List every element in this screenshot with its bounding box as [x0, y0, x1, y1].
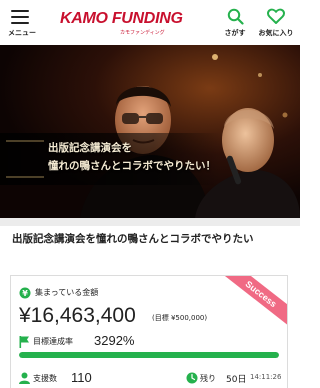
hero-title-line2: 憧れの鴨さんとコラボでやりたい！ — [48, 160, 216, 172]
menu-button[interactable]: メニュー — [4, 8, 40, 40]
clock-icon — [186, 372, 198, 384]
achievement-rate-row: 目標達成率 3292% — [19, 333, 279, 348]
svg-text:¥: ¥ — [22, 289, 28, 298]
heart-icon — [267, 8, 285, 24]
raised-amount: ¥16,463,400 — [19, 304, 136, 327]
remaining-time-row: 残り 50日 14:11:26 — [186, 371, 286, 385]
person-icon — [19, 372, 30, 384]
hero-title-line1: 出版記念講演会を — [48, 142, 132, 154]
project-title: 出版記念講演会を憧れの鴨さんとコラボでやりたい — [12, 233, 254, 245]
logo-subtext: カモファンディング — [120, 30, 165, 36]
success-ribbon: Success — [215, 276, 287, 333]
target-amount: (目標 ¥500,000) — [152, 314, 208, 322]
search-label: さがす — [224, 29, 246, 37]
site-header: メニュー KAMO FUNDING カモファンディング さがす お気に入り — [0, 0, 300, 45]
remaining-time: 14:11:26 — [250, 373, 282, 381]
search-icon — [227, 8, 244, 25]
favorites-label: お気に入り — [258, 29, 294, 37]
supporters-label: 支援数 — [33, 374, 57, 383]
supporters-row: 支援数 110 — [19, 370, 139, 385]
hamburger-icon — [11, 10, 29, 24]
hero-photo — [0, 45, 300, 218]
favorites-button[interactable]: お気に入り — [256, 8, 296, 40]
achievement-rate-label: 目標達成率 — [33, 337, 73, 346]
raised-label: 集まっている金額 — [35, 288, 99, 297]
flag-icon — [19, 336, 29, 348]
remaining-days: 50日 — [226, 375, 247, 385]
section-divider — [0, 218, 300, 226]
supporters-value: 110 — [71, 370, 92, 385]
funding-summary-card: Success ¥ 集まっている金額 ¥16,463,400 (目標 ¥500,… — [10, 275, 288, 388]
hero-image: 出版記念講演会を 憧れの鴨さんとコラボでやりたい！ — [0, 45, 300, 218]
search-button[interactable]: さがす — [220, 8, 250, 40]
site-logo[interactable]: KAMO FUNDING カモファンディング — [60, 8, 183, 40]
achievement-rate-value: 3292% — [94, 333, 135, 348]
logo-text: KAMO FUNDING — [60, 10, 183, 27]
progress-bar — [19, 352, 279, 358]
hero-title: 出版記念講演会を 憧れの鴨さんとコラボでやりたい！ — [0, 140, 216, 180]
coin-icon: ¥ — [19, 287, 31, 299]
menu-label: メニュー — [8, 29, 36, 37]
remaining-label: 残り — [200, 374, 216, 383]
progress-bar-fill — [19, 352, 279, 358]
